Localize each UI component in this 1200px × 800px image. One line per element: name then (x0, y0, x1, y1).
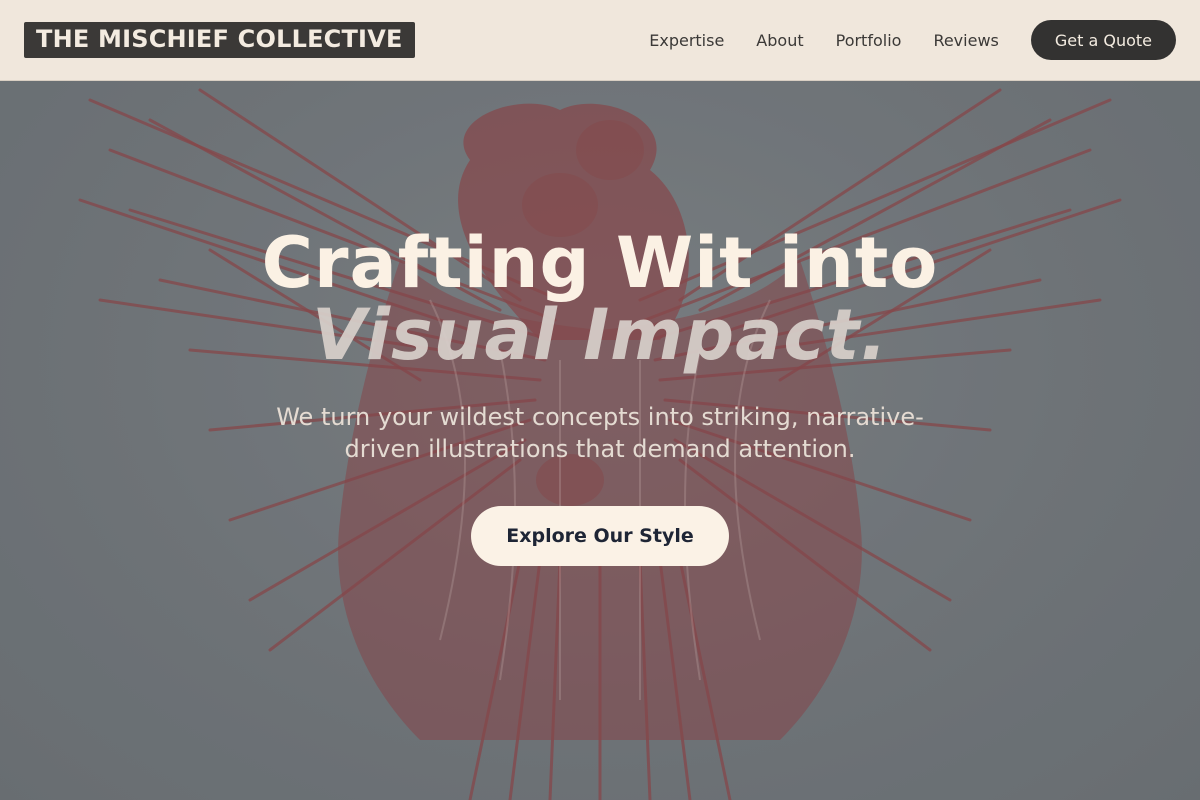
hero-headline: Crafting Wit into Visual Impact. (0, 227, 1200, 371)
explore-style-button[interactable]: Explore Our Style (471, 506, 729, 566)
headline-line-1: Crafting Wit into (261, 222, 939, 304)
nav-link-expertise[interactable]: Expertise (649, 31, 724, 50)
nav-link-reviews[interactable]: Reviews (933, 31, 998, 50)
nav-link-about[interactable]: About (756, 31, 803, 50)
logo[interactable]: THE MISCHIEF COLLECTIVE (24, 22, 415, 58)
hero-content: Crafting Wit into Visual Impact. We turn… (0, 81, 1200, 800)
main-nav: Expertise About Portfolio Reviews Get a … (617, 20, 1176, 60)
headline-line-2: Visual Impact. (312, 294, 888, 376)
hero-subtitle: We turn your wildest concepts into strik… (276, 403, 924, 463)
nav-link-portfolio[interactable]: Portfolio (836, 31, 902, 50)
site-header: THE MISCHIEF COLLECTIVE Expertise About … (0, 0, 1200, 81)
get-quote-button[interactable]: Get a Quote (1030, 20, 1176, 60)
